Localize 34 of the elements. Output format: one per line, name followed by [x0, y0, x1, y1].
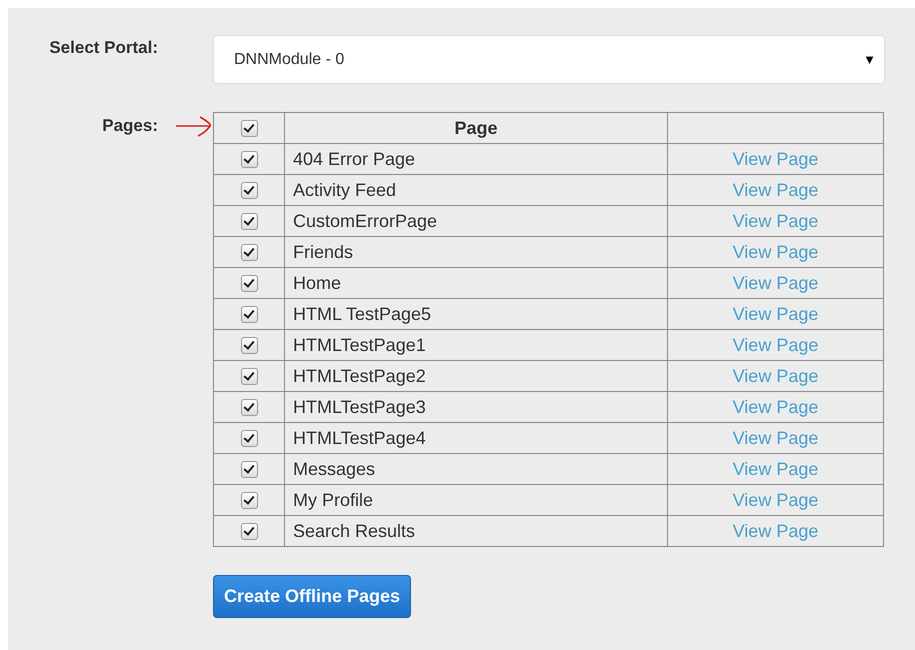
checkbox[interactable] [240, 306, 258, 324]
page-name: HTMLTestPage3 [293, 396, 426, 416]
checkbox[interactable] [240, 120, 258, 138]
page-name: CustomErrorPage [293, 210, 438, 230]
checkbox[interactable] [240, 337, 258, 354]
checkbox[interactable] [240, 213, 258, 230]
page-name: Home [293, 272, 342, 292]
checkbox[interactable] [240, 492, 258, 510]
checkbox[interactable] [240, 275, 258, 292]
checkbox[interactable] [240, 461, 258, 478]
arrow-icon [174, 114, 214, 138]
checkbox[interactable] [240, 151, 258, 168]
checkbox[interactable] [240, 368, 258, 386]
caret-icon: ▼ [863, 52, 876, 67]
page-name: Search Results [293, 520, 416, 540]
field-label: Select Portal: [48, 37, 158, 58]
page-name: Friends [293, 242, 354, 262]
page-name: HTMLTestPage1 [293, 334, 426, 354]
page-name: My Profile [293, 490, 374, 510]
checkbox[interactable] [240, 182, 258, 200]
checkbox[interactable] [240, 244, 258, 262]
checkbox[interactable] [240, 523, 258, 540]
checkbox[interactable] [240, 430, 258, 448]
page-name: Activity Feed [293, 180, 396, 200]
page-name: HTMLTestPage2 [293, 366, 426, 386]
field-label: Pages: [102, 116, 158, 136]
create-offline-pages-button[interactable]: Create Offline Pages [213, 575, 412, 618]
page-name: HTMLTestPage4 [293, 428, 426, 448]
checkbox[interactable] [240, 399, 258, 416]
page-name: 404 Error Page [293, 148, 416, 168]
column-header: Page [454, 118, 498, 138]
page-name: HTML TestPage5 [293, 304, 432, 324]
page-name: Messages [293, 458, 376, 478]
portal-select[interactable]: DNNModule - 0 ▼ [213, 35, 885, 84]
